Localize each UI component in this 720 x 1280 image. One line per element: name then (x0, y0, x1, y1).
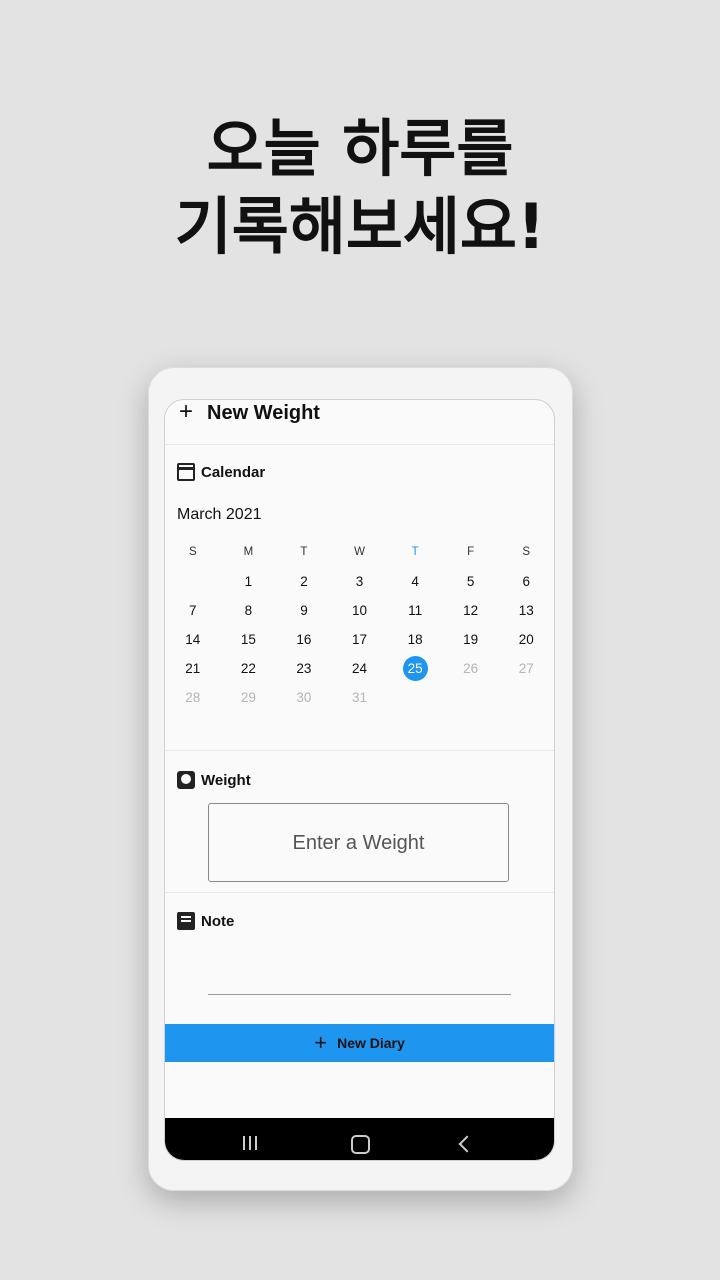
calendar-day[interactable]: 13 (498, 596, 554, 625)
new-diary-label: New Diary (337, 1035, 405, 1051)
calendar-empty-cell (387, 683, 443, 712)
calendar-day[interactable]: 27 (498, 654, 554, 683)
weekday-sun: S (188, 546, 197, 558)
calendar-day[interactable]: 4 (387, 567, 443, 596)
weekday-thu: T (411, 546, 419, 558)
note-section-title: Note (201, 912, 235, 930)
calendar-day[interactable]: 10 (332, 596, 388, 625)
calendar-week-row: 7 8 9 10 11 12 13 (165, 596, 554, 625)
section-divider (165, 892, 554, 893)
headline-line-2: 기록해보세요! (174, 190, 546, 263)
weight-section-title: Weight (201, 771, 251, 789)
calendar-day[interactable]: 25 (387, 654, 443, 683)
calendar-day[interactable]: 7 (165, 596, 221, 625)
calendar-empty-cell (498, 683, 554, 712)
calendar-week-row: 21 22 23 24 25 26 27 (165, 654, 554, 683)
calendar-day[interactable]: 26 (443, 654, 499, 683)
weekday-wed: W (354, 546, 365, 558)
home-icon[interactable] (351, 1135, 370, 1154)
system-nav-bar (165, 1118, 554, 1160)
headline-line-1: 오늘 하루를 (206, 112, 514, 185)
calendar-day[interactable]: 23 (276, 654, 332, 683)
calendar-day[interactable]: 18 (387, 625, 443, 654)
calendar-day[interactable]: 5 (443, 567, 499, 596)
calendar-day[interactable]: 15 (221, 625, 277, 654)
note-section-header: Note (177, 912, 234, 930)
app-screen: + New Weight Calendar March 2021 S M T W… (164, 399, 555, 1161)
promo-headline: 오늘 하루를 기록해보세요! (0, 110, 720, 266)
calendar-day[interactable]: 22 (221, 654, 277, 683)
calendar-week-row: 123456 (165, 567, 554, 596)
calendar-day[interactable]: 19 (443, 625, 499, 654)
weekday-sat: S (522, 546, 531, 558)
phone-frame: + New Weight Calendar March 2021 S M T W… (148, 367, 573, 1191)
calendar-day[interactable]: 1 (221, 567, 277, 596)
calendar-section-header: Calendar (177, 463, 265, 481)
scale-icon (177, 771, 195, 789)
calendar-section-title: Calendar (201, 463, 266, 481)
calendar-day[interactable]: 3 (332, 567, 388, 596)
section-divider (165, 750, 554, 751)
calendar-icon (177, 463, 195, 481)
app-bar: + New Weight (165, 400, 554, 445)
calendar-day[interactable]: 24 (332, 654, 388, 683)
calendar-day[interactable]: 11 (387, 596, 443, 625)
plus-icon[interactable]: + (179, 400, 193, 426)
calendar-week-row: 14 15 16 17 18 19 20 (165, 625, 554, 654)
selected-day-marker: 25 (402, 656, 428, 681)
calendar-day[interactable]: 28 (165, 683, 221, 712)
calendar-day[interactable]: 17 (332, 625, 388, 654)
calendar-day[interactable]: 20 (498, 625, 554, 654)
recents-icon[interactable] (243, 1136, 259, 1150)
calendar-day[interactable]: 12 (443, 596, 499, 625)
note-input[interactable] (208, 994, 511, 995)
weekday-header: S M T W T F S (165, 538, 554, 567)
page-title: New Weight (207, 402, 320, 424)
calendar-day[interactable]: 31 (332, 683, 388, 712)
calendar-empty-cell (165, 567, 221, 596)
new-diary-button[interactable]: + New Diary (165, 1024, 554, 1062)
month-label: March 2021 (177, 506, 262, 523)
weight-input[interactable]: Enter a Weight (208, 803, 509, 882)
back-icon[interactable] (458, 1135, 476, 1153)
book-icon (177, 912, 195, 930)
calendar-day[interactable]: 29 (221, 683, 277, 712)
calendar-day[interactable]: 21 (165, 654, 221, 683)
calendar-day[interactable]: 9 (276, 596, 332, 625)
calendar-day[interactable]: 14 (165, 625, 221, 654)
calendar-day[interactable]: 2 (276, 567, 332, 596)
weekday-fri: F (467, 546, 475, 558)
calendar-week-row: 28 29 30 31 (165, 683, 554, 712)
weight-section-header: Weight (177, 771, 251, 789)
calendar-day[interactable]: 16 (276, 625, 332, 654)
calendar-grid: S M T W T F S 1 2 3 4 5 6 7 8 9 10 11 12 13 14 15 16 17 1… (165, 538, 554, 712)
calendar-day[interactable]: 30 (276, 683, 332, 712)
calendar-day[interactable]: 6 (498, 567, 554, 596)
calendar-day[interactable]: 8 (221, 596, 277, 625)
calendar-empty-cell (443, 683, 499, 712)
weekday-tue: T (300, 546, 308, 558)
plus-icon: + (314, 1030, 328, 1055)
weekday-mon: M (243, 546, 254, 558)
